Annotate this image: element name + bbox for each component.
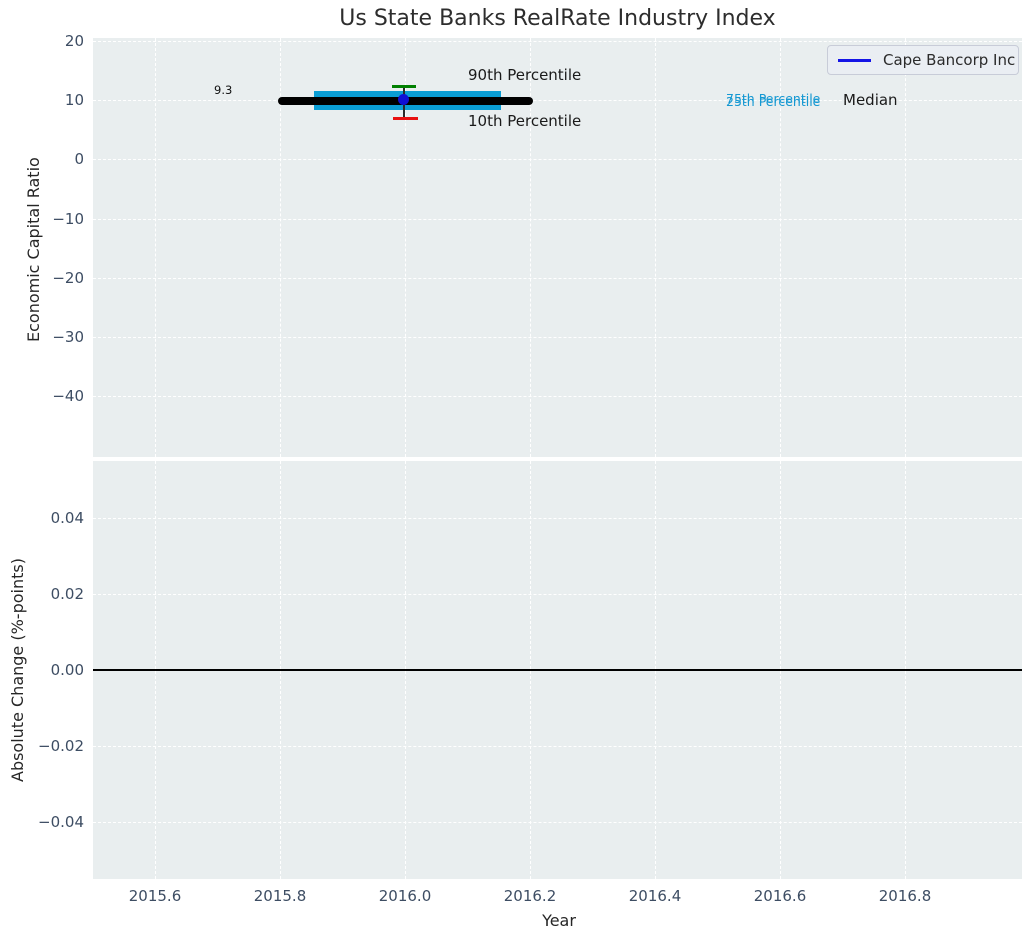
top-axes: 9.3 90th Percentile 10th Percentile 75th… (93, 38, 1022, 457)
xtick-label: 2015.8 (248, 887, 312, 905)
gridline-h (93, 594, 1022, 595)
annotation-25th-percentile: 25th Percentile (726, 94, 820, 109)
ytick-label: −0.04 (32, 813, 84, 831)
xtick-label: 2015.6 (123, 887, 187, 905)
y-axis-title-top: Economic Capital Ratio (24, 138, 43, 362)
ytick-label: −40 (32, 387, 84, 405)
xtick-label: 2016.0 (373, 887, 437, 905)
ytick-label: 20 (32, 32, 84, 50)
xtick-label: 2016.2 (498, 887, 562, 905)
p90-errorbar-cap (392, 85, 416, 88)
xtick-label: 2016.8 (873, 887, 937, 905)
gridline-h (93, 337, 1022, 338)
figure: Us State Banks RealRate Industry Index 9… (0, 0, 1034, 942)
legend: Cape Bancorp Inc (827, 45, 1019, 75)
gridline-h (93, 159, 1022, 160)
annotation-median: Median (843, 91, 898, 109)
y-axis-title-bottom: Absolute Change (%-points) (8, 538, 27, 802)
ytick-label: −0.02 (32, 737, 84, 755)
gridline-h (93, 746, 1022, 747)
ytick-label: 0.02 (32, 585, 84, 603)
ytick-label: 0.04 (32, 509, 84, 527)
gridline-h (93, 278, 1022, 279)
legend-label: Cape Bancorp Inc (883, 51, 1015, 69)
xtick-label: 2016.6 (748, 887, 812, 905)
zero-line (93, 669, 1022, 671)
gridline-h (93, 219, 1022, 220)
p10-errorbar-cap (393, 117, 418, 120)
company-marker (398, 94, 409, 105)
gridline-h (93, 822, 1022, 823)
gridline-h (93, 41, 1022, 42)
gridline-h (93, 396, 1022, 397)
chart-title: Us State Banks RealRate Industry Index (93, 6, 1022, 31)
bottom-axes (93, 461, 1022, 879)
annotation-90th-percentile: 90th Percentile (468, 66, 581, 84)
annotation-value: 9.3 (214, 83, 232, 97)
x-axis-title: Year (527, 911, 591, 930)
ytick-label: 0.00 (32, 661, 84, 679)
xtick-label: 2016.4 (623, 887, 687, 905)
annotation-10th-percentile: 10th Percentile (468, 112, 581, 130)
legend-line-sample (838, 59, 871, 62)
gridline-h (93, 518, 1022, 519)
ytick-label: 10 (32, 91, 84, 109)
